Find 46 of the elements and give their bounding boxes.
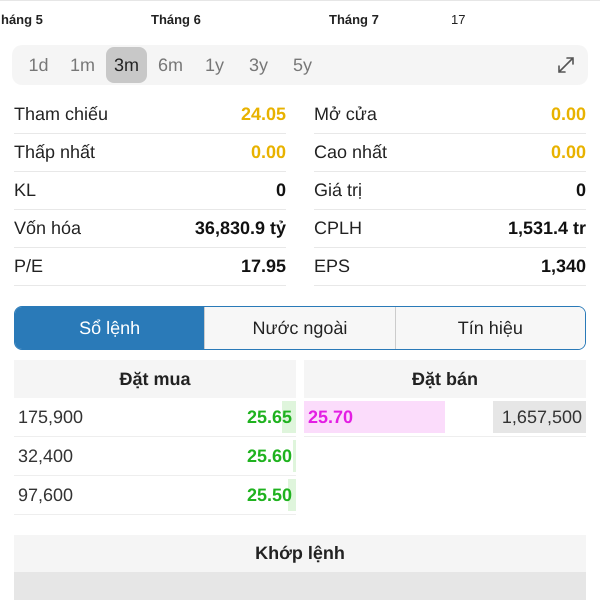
expand-icon[interactable] (556, 55, 576, 75)
stat-value: 1,340 (540, 256, 586, 277)
tab[interactable]: Sổ lệnh (15, 307, 204, 349)
axis-label: háng 5 (1, 12, 44, 26)
stat-label: Mở cửa (314, 104, 377, 125)
column-header: Đặt mua (14, 360, 296, 398)
bid-volume: 175,900 (17, 406, 84, 428)
bid-price: 25.65 (246, 406, 293, 428)
stat-label: Vốn hóa (14, 218, 82, 239)
stat-value: 0 (576, 180, 586, 201)
tab[interactable]: Nước ngoài (204, 307, 395, 349)
stat-label: Giá trị (314, 180, 362, 201)
range-button[interactable]: 5y (282, 47, 323, 83)
stat-value: 36,830.9 tỷ (194, 218, 286, 239)
stat-label: KL (14, 180, 36, 201)
stat-label: Thấp nhất (14, 142, 96, 163)
stat-label: CPLH (314, 218, 362, 239)
range-button[interactable]: 3y (238, 47, 279, 83)
stat-value: 0.00 (550, 104, 586, 125)
axis-label: 17 (451, 12, 466, 26)
range-button[interactable]: 1m (62, 47, 103, 83)
range-button[interactable]: 1d (18, 47, 59, 83)
stat-value: 17.95 (240, 256, 286, 277)
stat-label: Tham chiếu (14, 104, 108, 125)
ask-volume: 1,657,500 (500, 406, 583, 428)
range-button[interactable]: 3m (106, 47, 147, 83)
bid-price: 25.50 (246, 484, 293, 506)
bid-volume: 32,400 (17, 446, 74, 466)
axis-label: Tháng 6 (151, 12, 202, 26)
stat-value: 24.05 (240, 104, 286, 125)
stat-value: 0 (276, 180, 286, 201)
ask-price: 25.70 (307, 406, 354, 428)
bid-volume: 97,600 (17, 484, 74, 506)
range-button[interactable]: 1y (194, 47, 235, 83)
tab[interactable]: Tín hiệu (394, 307, 585, 349)
range-button[interactable]: 6m (150, 47, 191, 83)
axis-label: Tháng 7 (329, 12, 380, 26)
stat-label: Cao nhất (314, 142, 388, 163)
stat-value: 1,531.4 tr (508, 218, 586, 239)
stat-value: 0.00 (550, 142, 586, 163)
column-header: Đặt bán (304, 360, 586, 398)
stat-label: EPS (314, 256, 350, 277)
section-header: Khớp lệnh (14, 535, 586, 572)
stat-value: 0.00 (250, 142, 286, 163)
stat-label: P/E (14, 256, 44, 277)
bid-price: 25.60 (246, 446, 293, 466)
